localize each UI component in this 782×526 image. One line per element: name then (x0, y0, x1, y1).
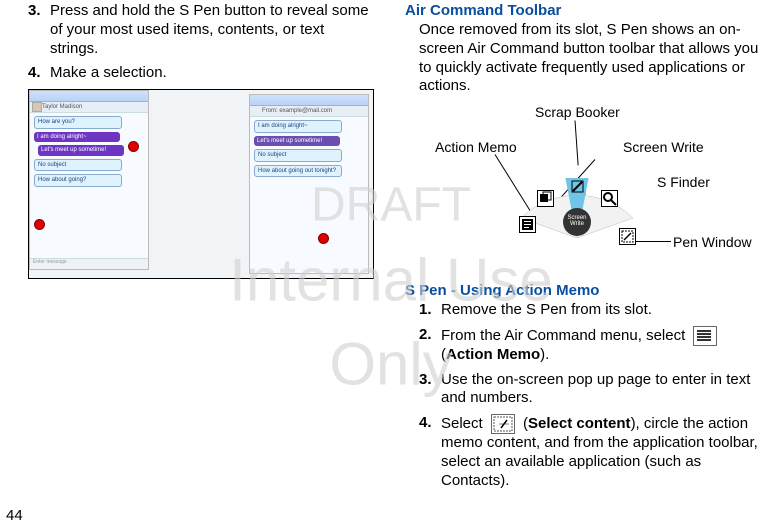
input-placeholder: Enter message (30, 258, 148, 269)
step-text: Remove the S Pen from its slot. (441, 301, 765, 320)
text-fragment: Select (441, 415, 487, 432)
step-number: 1. (419, 301, 441, 320)
bold-term: Action Memo (446, 346, 540, 363)
right-step-2: 2. From the Air Command menu, select (Ac… (419, 326, 765, 365)
step-text: Press and hold the S Pen button to revea… (50, 2, 374, 58)
right-step-3: 3. Use the on-screen pop up page to ente… (419, 371, 765, 409)
chat-bubble: No subject (254, 149, 342, 162)
step-text: Make a selection. (50, 64, 374, 83)
step-number: 4. (419, 414, 441, 490)
air-command-hub: Screen Write (563, 208, 591, 236)
scrap-booker-icon (537, 190, 554, 207)
step-number: 3. (419, 371, 441, 409)
page-number: 44 (6, 507, 23, 524)
phone-left: Taylor Madison How are you? I am doing a… (29, 90, 149, 270)
heading-action-memo: S Pen - Using Action Memo (405, 282, 765, 299)
spen-handle-icon (318, 233, 329, 244)
chat-bubble: Let's meet up sometime! (254, 136, 340, 147)
step-number: 4. (28, 64, 50, 83)
step-number: 2. (419, 326, 441, 365)
step-number: 3. (28, 2, 50, 58)
chat-bubble: How are you? (34, 116, 122, 129)
step-text: Select (Select content), circle the acti… (441, 414, 765, 490)
air-command-fan: Screen Write (521, 178, 633, 236)
heading-air-command: Air Command Toolbar (405, 2, 765, 19)
left-step-3: 3. Press and hold the S Pen button to re… (28, 2, 374, 58)
s-finder-icon (601, 190, 618, 207)
action-memo-icon (519, 216, 536, 233)
bold-term: Select content (528, 415, 631, 432)
spen-handle-icon (34, 219, 45, 230)
label-s-finder: S Finder (657, 174, 710, 190)
chat-bubble: How about going? (34, 174, 122, 187)
text-fragment: ). (540, 346, 549, 363)
chat-bubble: No subject (34, 159, 122, 172)
chat-bubble: Let's meet up sometime! (38, 145, 124, 156)
chat-bubble: I am doing alright~ (34, 132, 120, 143)
spen-handle-icon (128, 141, 139, 152)
left-step-4: 4. Make a selection. (28, 64, 374, 83)
chat-bubble: How about going out tonight? (254, 165, 342, 178)
step-text: From the Air Command menu, select (Actio… (441, 326, 765, 365)
label-screen-write: Screen Write (623, 139, 704, 155)
chat-bubble: I am doing alright~ (254, 120, 342, 133)
air-command-paragraph: Once removed from its slot, S Pen shows … (419, 21, 765, 96)
air-command-diagram: Scrap Booker Action Memo Screen Write S … (435, 104, 735, 274)
pen-window-icon (619, 228, 636, 245)
phone-right: From: example@mail.com I am doing alrigh… (249, 94, 369, 274)
text-fragment: From the Air Command menu, select (441, 327, 689, 344)
spen-selection-screenshot: Taylor Madison How are you? I am doing a… (28, 89, 374, 279)
contact-name: Taylor Madison (42, 104, 82, 110)
label-pen-window: Pen Window (673, 234, 752, 250)
step-text: Use the on-screen pop up page to enter i… (441, 371, 765, 409)
right-step-1: 1. Remove the S Pen from its slot. (419, 301, 765, 320)
label-action-memo: Action Memo (435, 139, 517, 155)
screen-write-icon (569, 178, 586, 195)
select-content-inline-icon (491, 414, 515, 434)
right-step-4: 4. Select (Select content), circle the a… (419, 414, 765, 490)
action-memo-inline-icon (693, 326, 717, 346)
label-scrap-booker: Scrap Booker (535, 104, 620, 120)
compose-header: From: example@mail.com (250, 106, 368, 117)
left-column: 3. Press and hold the S Pen button to re… (14, 0, 374, 279)
right-column: Air Command Toolbar Once removed from it… (405, 0, 765, 496)
